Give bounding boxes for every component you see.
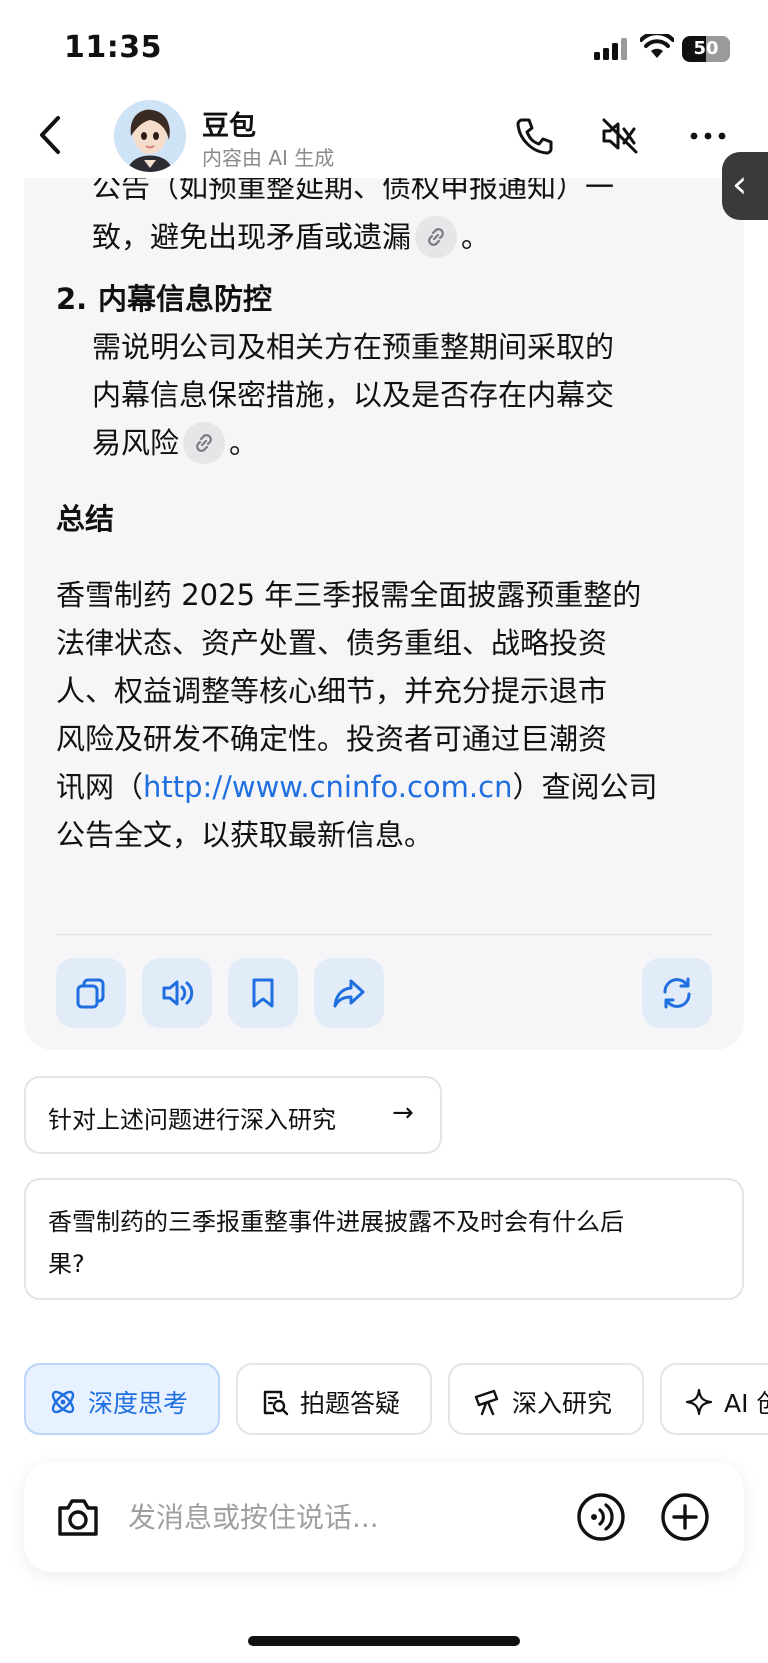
share-button[interactable] [314,958,384,1028]
suggestion-text: 果? [48,1250,85,1278]
answer-text: 。 [461,220,491,254]
wifi-icon [640,34,674,58]
voice-input-icon[interactable] [576,1492,626,1542]
source-link-icon[interactable] [415,216,458,258]
answer-card: 公告（如预重整延期、债权申报通知）一 致，避免出现矛盾或遗漏。 2. 内幕信息防… [24,150,744,1050]
summary-line: 人、权益调整等核心细节，并充分提示退市 [56,674,608,708]
speaker-icon [162,980,194,1006]
status-time: 11:35 [64,30,162,65]
message-input[interactable] [128,1496,558,1538]
battery-icon: 50 [682,36,730,62]
photo-question-chip[interactable]: 拍题答疑 [236,1363,432,1435]
chat-header: 豆包 内容由 AI 生成 [0,96,768,178]
deep-research-chip[interactable]: 深入研究 [448,1363,644,1435]
summary-heading: 总结 [56,502,115,536]
suggestion-deep-research[interactable]: 针对上述问题进行深入研究 → [24,1076,442,1154]
summary-line: 风险及研发不确定性。投资者可通过巨潮资 [56,722,608,756]
list-item-title: 内幕信息防控 [98,282,273,316]
summary-line: 法律状态、资产处置、债务重组、战略投资 [56,626,608,660]
share-icon [333,979,365,1008]
bookmark-button[interactable] [228,958,298,1028]
cellular-signal-icon [594,38,628,60]
copy-button[interactable] [56,958,126,1028]
chat-screen: 11:35 50 公告（如预重整延期、债权申报通知）一 致，避免出现矛盾或遗漏。… [0,0,768,1663]
status-bar: 11:35 50 [0,0,768,96]
answer-line: 内幕信息保密措施，以及是否存在内幕交 [92,378,615,412]
answer-line: 易风险 。 [92,418,258,468]
message-composer [24,1462,744,1572]
sparkle-icon [685,1388,713,1416]
home-indicator [248,1636,520,1646]
side-panel-tab[interactable]: ‹ [722,152,768,220]
summary-line: 香雪制药 2025 年三季报需全面披露预重整的 [56,578,642,612]
chip-label: 拍题答疑 [300,1389,401,1418]
regenerate-button[interactable] [642,958,712,1028]
read-aloud-button[interactable] [142,958,212,1028]
deep-think-chip[interactable]: 深度思考 [24,1363,220,1435]
summary-line: 讯网（http://www.cninfo.com.cn）查阅公司 [56,762,657,812]
chip-label: 深度思考 [88,1389,189,1418]
battery-level: 50 [693,38,719,59]
summary-text: 讯网（ [56,770,144,804]
more-options-icon[interactable] [686,114,730,158]
suggestion-text: 香雪制药的三季报重整事件进展披露不及时会有什么后 [48,1208,624,1236]
mute-icon[interactable] [598,114,642,158]
source-link-icon[interactable] [183,422,226,464]
telescope-icon [474,1389,499,1416]
suggestion-question[interactable]: 香雪制药的三季报重整事件进展披露不及时会有什么后 果? [24,1178,744,1300]
cninfo-link[interactable]: http://www.cninfo.com.cn [143,770,512,804]
camera-icon[interactable] [54,1494,102,1540]
add-icon[interactable] [660,1492,710,1542]
regenerate-icon [663,977,691,1009]
bot-name: 豆包 [202,111,256,142]
list-item-number: 2. [56,282,88,316]
answer-text: 易风险 [92,426,180,460]
arrow-right-icon: → [392,1098,414,1128]
chevron-left-icon: ‹ [732,162,748,206]
divider [56,934,712,935]
summary-line: 公告全文，以获取最新信息。 [56,818,434,852]
back-icon[interactable] [30,110,70,160]
suggestion-text: 针对上述问题进行深入研究 [48,1106,336,1134]
chip-label: 深入研究 [512,1389,613,1418]
doc-search-icon [263,1390,289,1416]
copy-icon [76,978,105,1009]
chip-label: AI 创 [724,1389,768,1418]
ai-generated-label: 内容由 AI 生成 [202,146,335,170]
answer-text: 致，避免出现矛盾或遗漏 [92,220,412,254]
answer-line: 需说明公司及相关方在预重整期间采取的 [92,330,615,364]
bookmark-icon [252,978,274,1008]
phone-icon[interactable] [512,114,556,158]
answer-line: 致，避免出现矛盾或遗漏 。 [92,212,490,262]
avatar[interactable] [114,100,186,172]
summary-text: ）查阅公司 [512,770,658,804]
ai-create-chip[interactable]: AI 创 [660,1363,768,1435]
atom-icon [51,1390,75,1414]
answer-text: 。 [229,426,259,460]
